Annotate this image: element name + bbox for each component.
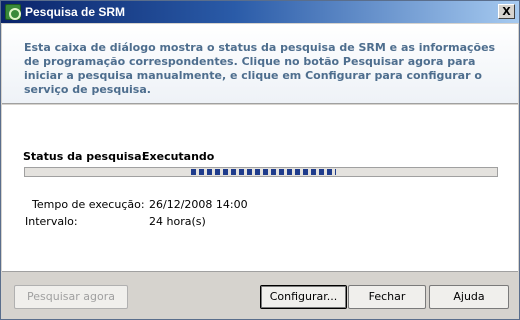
srm-app-icon <box>5 4 21 20</box>
close-button[interactable]: Fechar <box>348 285 426 309</box>
srm-search-dialog: Pesquisa de SRM X Esta caixa de diálogo … <box>0 0 520 320</box>
header-panel: Esta caixa de diálogo mostra o status da… <box>2 24 518 104</box>
progress-marquee <box>191 169 336 175</box>
help-button[interactable]: Ajuda <box>429 285 509 309</box>
search-status-value: Executando <box>142 150 215 163</box>
title-bar[interactable]: Pesquisa de SRM X <box>1 1 519 23</box>
search-progress-bar <box>24 167 498 177</box>
runtime-label: Tempo de execução: <box>32 198 145 211</box>
runtime-value: 26/12/2008 14:00 <box>149 198 248 211</box>
search-now-button[interactable]: Pesquisar agora <box>14 285 128 309</box>
interval-label: Intervalo: <box>25 215 78 228</box>
window-title: Pesquisa de SRM <box>25 5 126 19</box>
close-window-button[interactable]: X <box>498 4 515 19</box>
dialog-description: Esta caixa de diálogo mostra o status da… <box>24 41 496 96</box>
content-area: Status da pesquisa: Executando Tempo de … <box>2 105 518 271</box>
configure-button[interactable]: Configurar... <box>260 285 347 309</box>
interval-value: 24 hora(s) <box>149 215 206 228</box>
button-bar: Pesquisar agora Configurar... Fechar Aju… <box>2 271 518 319</box>
search-status-label: Status da pesquisa: <box>23 150 146 163</box>
